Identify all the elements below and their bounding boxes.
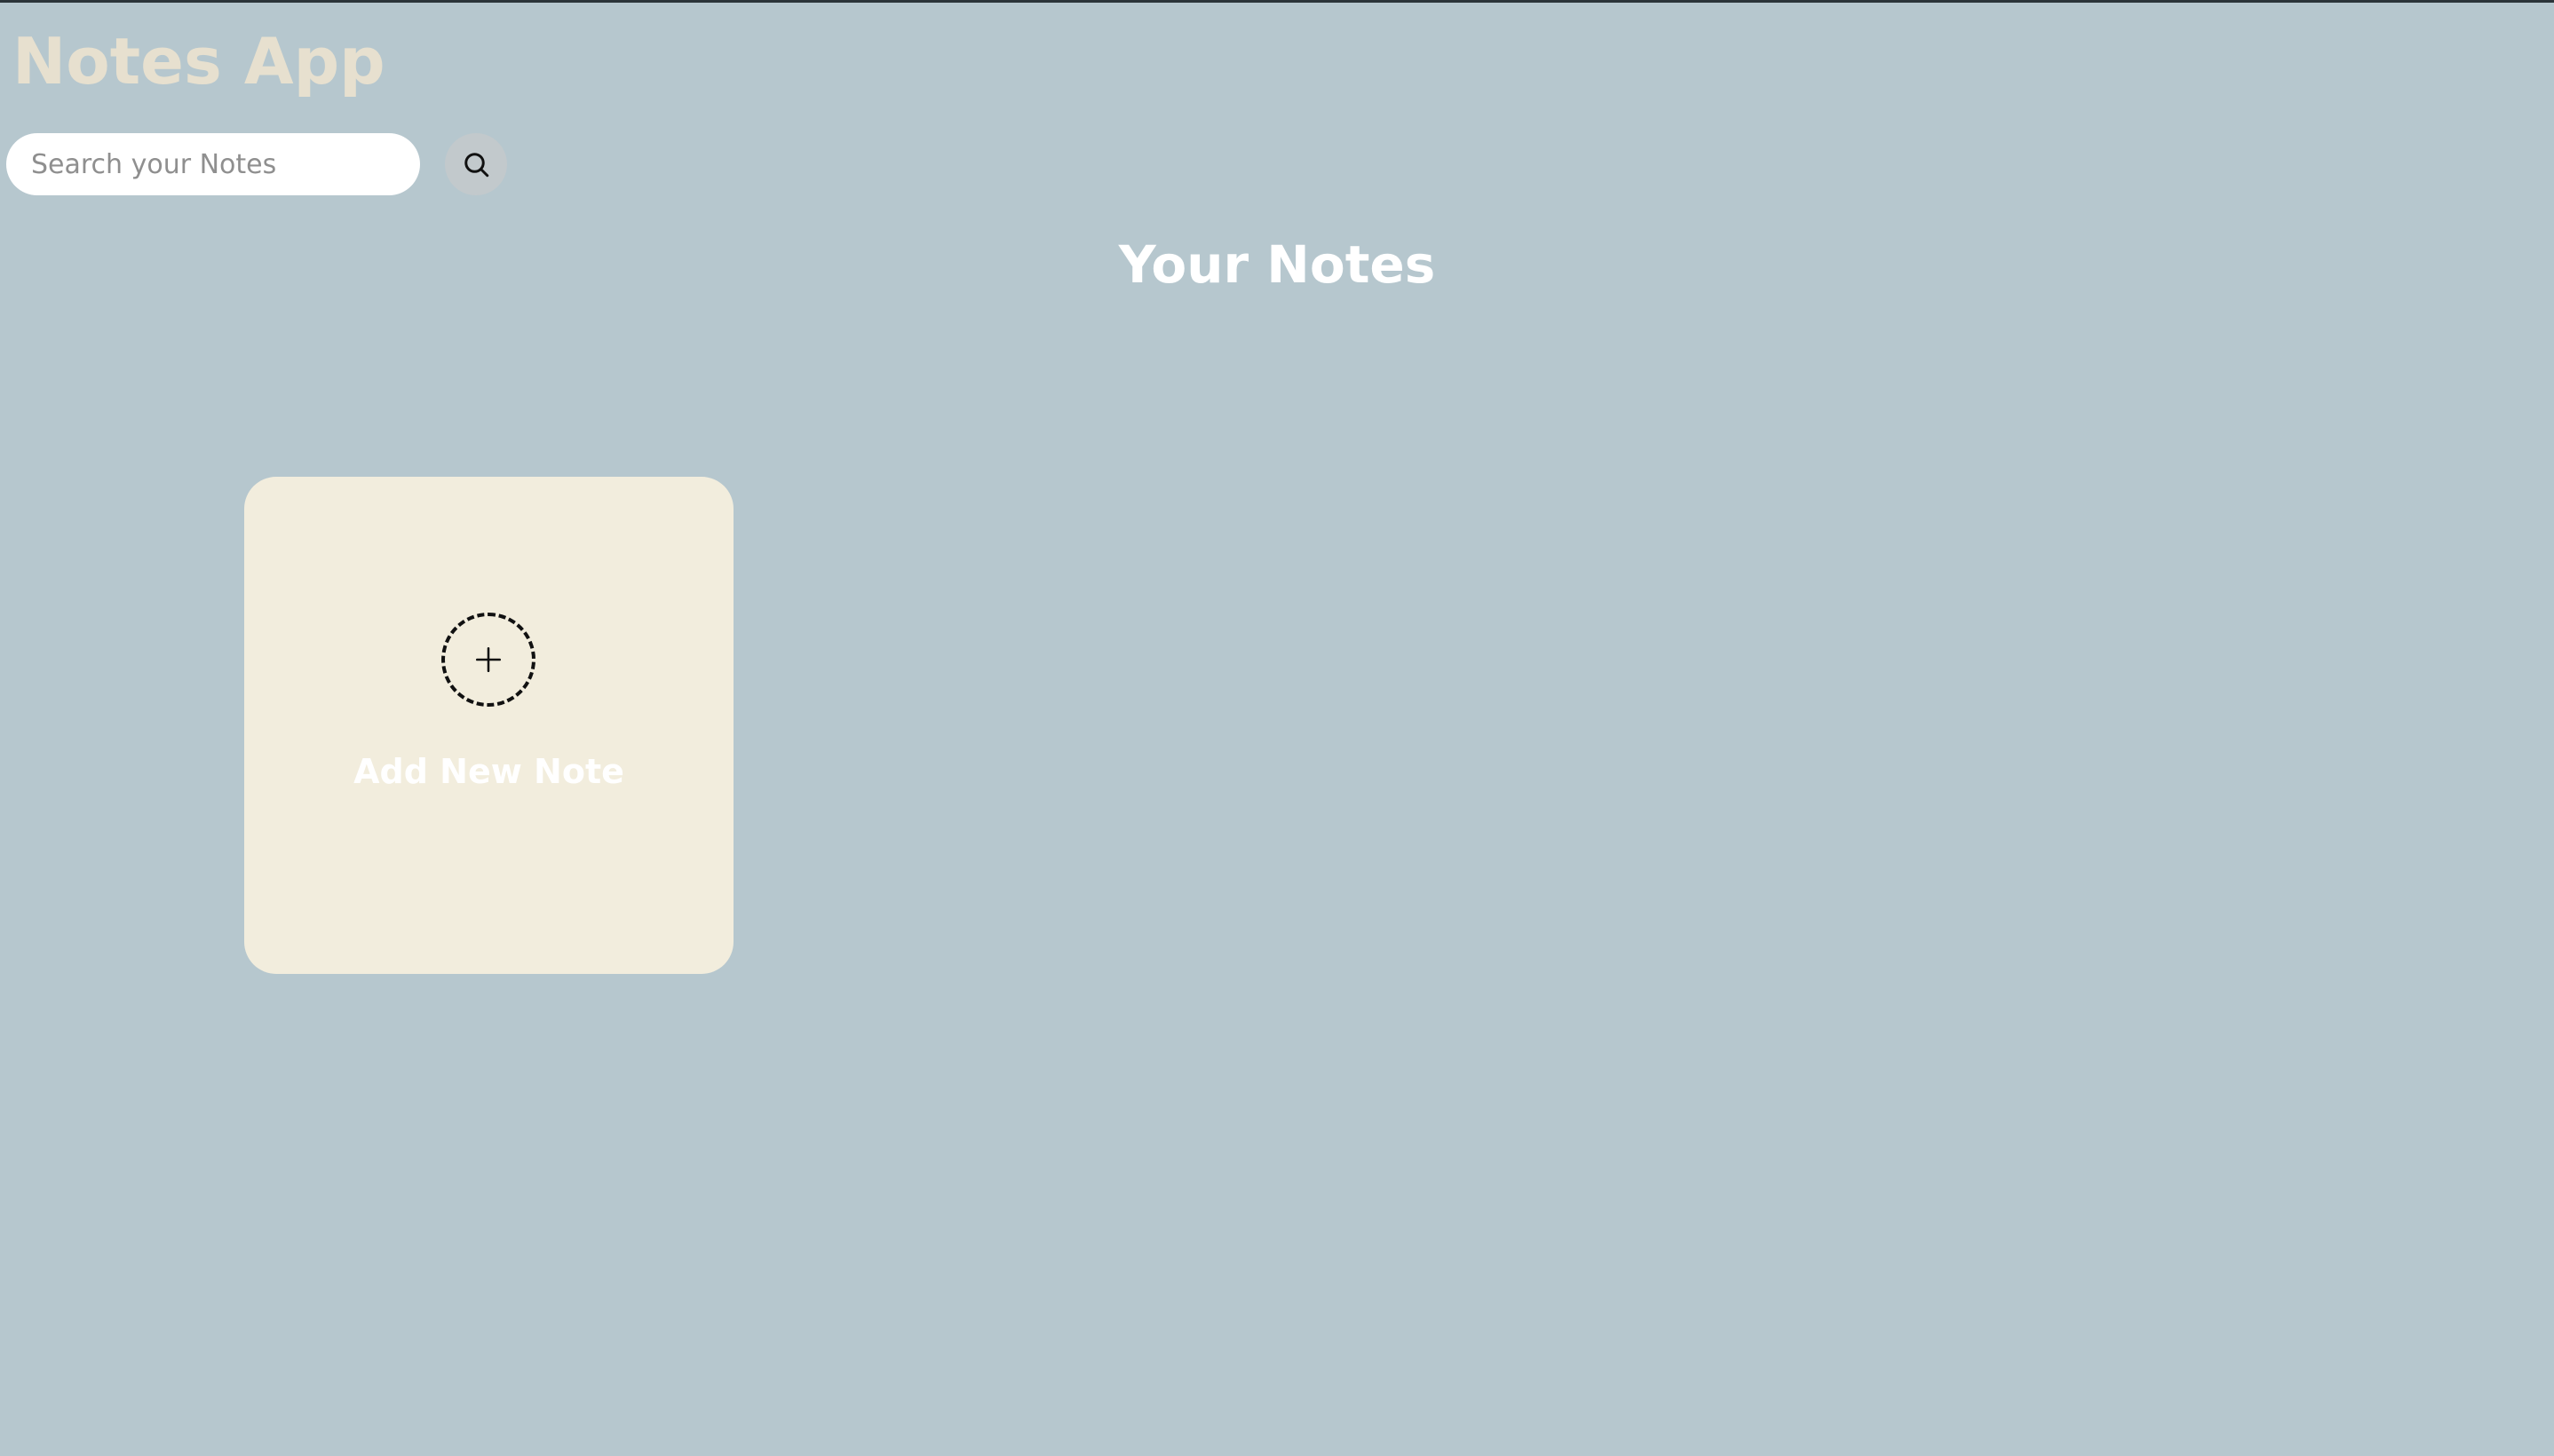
app-title: Notes App: [12, 24, 385, 99]
page-title: Your Notes: [1118, 234, 1436, 295]
add-new-note-card[interactable]: Add New Note: [244, 477, 734, 974]
search-icon: [460, 148, 492, 180]
add-new-note-label: Add New Note: [353, 752, 624, 791]
add-note-button[interactable]: [441, 613, 535, 707]
plus-icon: [473, 645, 504, 675]
notes-app-page: Notes App Your Notes Add New Note: [0, 0, 2554, 1456]
search-button[interactable]: [445, 133, 507, 195]
search-input[interactable]: [6, 133, 420, 195]
